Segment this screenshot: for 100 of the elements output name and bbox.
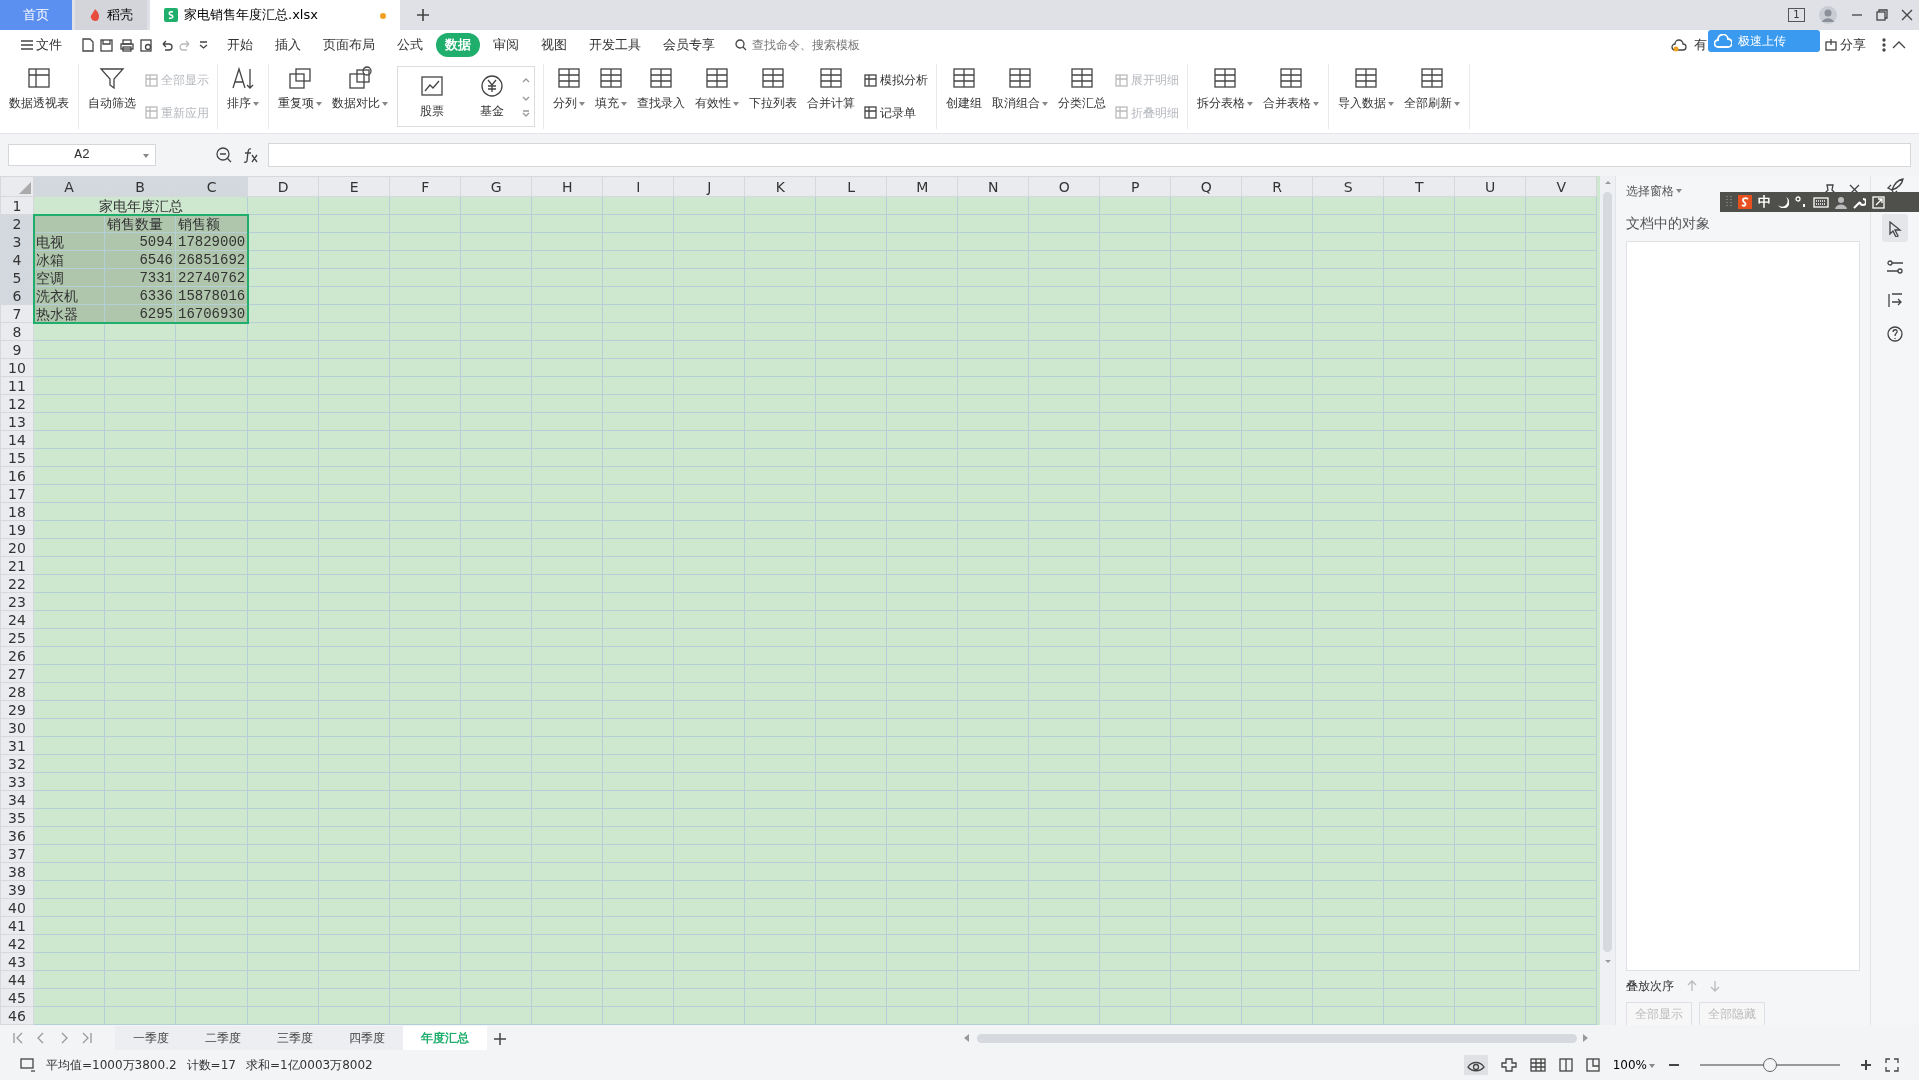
- scroll-left-icon[interactable]: [964, 1034, 970, 1042]
- scroll-arrows-icon[interactable]: [522, 76, 530, 117]
- page-view-icon[interactable]: [1585, 1058, 1600, 1072]
- ribbon-button[interactable]: 查找录入: [632, 64, 690, 129]
- macro-icon[interactable]: [20, 1058, 36, 1072]
- arrange-icon[interactable]: [1887, 291, 1903, 308]
- ribbon-button[interactable]: 全部刷新: [1399, 64, 1465, 129]
- ribbon-button[interactable]: 数据透视表: [4, 64, 74, 129]
- new-file-icon[interactable]: [81, 38, 94, 52]
- file-menu[interactable]: 文件: [12, 33, 72, 57]
- column-header[interactable]: A: [33, 176, 105, 197]
- ribbon-button[interactable]: 下拉列表: [744, 64, 802, 129]
- ribbon-button[interactable]: 数据对比: [327, 64, 393, 129]
- first-sheet-icon[interactable]: [13, 1032, 23, 1044]
- ribbon-button[interactable]: 合并表格: [1258, 64, 1324, 129]
- external-icon[interactable]: [1872, 195, 1885, 209]
- column-header[interactable]: O: [1028, 176, 1100, 197]
- column-header[interactable]: C: [175, 176, 248, 197]
- scroll-right-icon[interactable]: [1583, 1034, 1589, 1042]
- menu-tab[interactable]: 插入: [266, 33, 311, 57]
- preview-icon[interactable]: [140, 38, 154, 52]
- cross-cursor-icon[interactable]: [1500, 1058, 1517, 1072]
- ribbon-button[interactable]: 填充: [590, 64, 632, 129]
- sheet-tab[interactable]: 三季度: [259, 1026, 331, 1050]
- ime-mode-toggle[interactable]: 中: [1758, 192, 1771, 212]
- column-header[interactable]: R: [1241, 176, 1313, 197]
- ribbon-button[interactable]: 分类汇总: [1053, 64, 1111, 129]
- help-icon[interactable]: [1887, 325, 1903, 342]
- ribbon-button[interactable]: 记录单: [860, 101, 932, 124]
- restore-icon[interactable]: [1875, 9, 1888, 21]
- column-header[interactable]: G: [460, 176, 532, 197]
- sheet-tab[interactable]: 四季度: [331, 1026, 403, 1050]
- column-header[interactable]: D: [247, 176, 319, 197]
- column-header[interactable]: M: [886, 176, 958, 197]
- ribbon-button[interactable]: 模拟分析: [860, 69, 932, 92]
- menu-tab[interactable]: 页面布局: [314, 33, 385, 57]
- column-header[interactable]: N: [957, 176, 1029, 197]
- more-icon[interactable]: [1881, 38, 1886, 52]
- save-icon[interactable]: [100, 38, 114, 52]
- ribbon-button[interactable]: 导入数据: [1333, 64, 1399, 129]
- user-icon[interactable]: [1835, 195, 1847, 209]
- name-box[interactable]: A2: [8, 144, 156, 166]
- ribbon-button[interactable]: 基金: [462, 71, 522, 122]
- column-header[interactable]: F: [389, 176, 461, 197]
- column-header[interactable]: S: [1312, 176, 1384, 197]
- column-header[interactable]: I: [602, 176, 674, 197]
- column-header[interactable]: V: [1525, 176, 1597, 197]
- add-sheet-icon[interactable]: [493, 1032, 506, 1045]
- menu-tab[interactable]: 公式: [388, 33, 433, 57]
- ribbon-button[interactable]: 自动筛选: [83, 64, 141, 129]
- next-sheet-icon[interactable]: [59, 1032, 69, 1044]
- ribbon-button[interactable]: 合并计算: [802, 64, 860, 129]
- ribbon-button[interactable]: 创建组: [941, 64, 987, 129]
- grip-icon[interactable]: [1726, 195, 1732, 209]
- ime-logo-icon[interactable]: [1738, 195, 1752, 209]
- column-header[interactable]: L: [815, 176, 887, 197]
- menu-tab[interactable]: 开始: [218, 33, 263, 57]
- close-icon[interactable]: [1900, 9, 1913, 21]
- ribbon-button[interactable]: 股票: [402, 71, 462, 122]
- pane-title-dropdown[interactable]: 选择窗格: [1626, 182, 1682, 200]
- document-tab[interactable]: 稻壳: [75, 0, 147, 30]
- document-tab[interactable]: 家电销售年度汇总.xlsx: [150, 0, 400, 30]
- close-icon[interactable]: [1849, 184, 1860, 195]
- search-field[interactable]: 查找命令、搜索模板: [750, 35, 900, 55]
- sheet-tab[interactable]: 二季度: [187, 1026, 259, 1050]
- wrench-icon[interactable]: [1853, 195, 1866, 209]
- function-icon[interactable]: [242, 147, 258, 163]
- column-header[interactable]: K: [744, 176, 816, 197]
- column-header[interactable]: U: [1454, 176, 1526, 197]
- last-sheet-icon[interactable]: [82, 1032, 92, 1044]
- window-count-badge[interactable]: 1: [1788, 8, 1805, 22]
- column-header[interactable]: H: [531, 176, 603, 197]
- customize-caret-icon[interactable]: [198, 41, 208, 49]
- select-tool-button[interactable]: [1882, 214, 1908, 242]
- page-break-view-icon[interactable]: [1558, 1058, 1573, 1072]
- scrollbar-thumb[interactable]: [1603, 192, 1612, 952]
- zoom-icon[interactable]: [216, 147, 232, 163]
- sheet-tab[interactable]: 一季度: [115, 1026, 187, 1050]
- ribbon-button[interactable]: 重复项: [273, 64, 327, 129]
- column-header[interactable]: P: [1099, 176, 1171, 197]
- ribbon-button[interactable]: 拆分表格: [1192, 64, 1258, 129]
- zoom-in-icon[interactable]: [1860, 1059, 1872, 1071]
- zoom-slider-thumb[interactable]: [1763, 1058, 1777, 1072]
- ribbon-button[interactable]: 排序: [222, 64, 264, 129]
- horizontal-scrollbar-thumb[interactable]: [976, 1033, 1577, 1043]
- punctuation-icon[interactable]: [1795, 196, 1807, 208]
- keyboard-icon[interactable]: [1813, 196, 1829, 208]
- moon-icon[interactable]: [1777, 196, 1789, 208]
- ribbon-button[interactable]: 分列: [548, 64, 590, 129]
- menu-tab[interactable]: 审阅: [484, 33, 529, 57]
- normal-view-icon[interactable]: [1529, 1058, 1546, 1072]
- previous-sheet-icon[interactable]: [36, 1032, 46, 1044]
- menu-tab[interactable]: 视图: [532, 33, 577, 57]
- zoom-level-dropdown[interactable]: 100%: [1612, 1056, 1655, 1074]
- fullscreen-icon[interactable]: [1885, 1058, 1899, 1072]
- column-header[interactable]: E: [318, 176, 390, 197]
- column-header[interactable]: J: [673, 176, 745, 197]
- collapse-icon[interactable]: [1892, 41, 1906, 49]
- column-header[interactable]: Q: [1170, 176, 1242, 197]
- menu-tab[interactable]: 会员专享: [654, 33, 725, 57]
